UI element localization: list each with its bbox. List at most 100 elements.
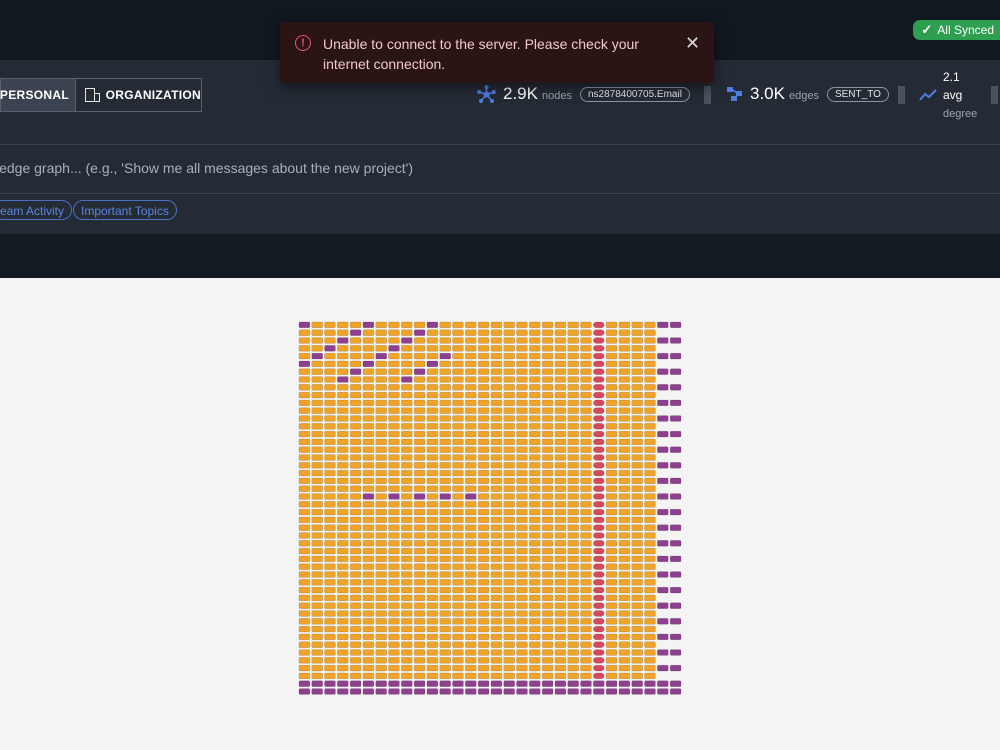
email-node[interactable] — [605, 430, 618, 438]
sent-to-node[interactable] — [337, 337, 349, 344]
email-node[interactable] — [311, 477, 323, 485]
email-node[interactable] — [324, 571, 336, 578]
email-node[interactable] — [452, 641, 464, 648]
email-node[interactable] — [631, 579, 643, 586]
email-node[interactable] — [349, 415, 362, 422]
email-node[interactable] — [465, 399, 477, 407]
email-node[interactable] — [605, 594, 618, 602]
email-node[interactable] — [490, 571, 503, 578]
email-node[interactable] — [477, 633, 490, 641]
email-node[interactable] — [413, 469, 426, 477]
sent-to-node[interactable] — [465, 493, 477, 500]
email-node[interactable] — [439, 586, 451, 594]
email-node[interactable] — [554, 493, 567, 500]
email-node[interactable] — [605, 368, 618, 375]
email-node[interactable] — [362, 610, 375, 617]
email-node[interactable] — [516, 376, 528, 383]
email-node[interactable] — [477, 399, 490, 407]
sent-to-node[interactable] — [657, 688, 669, 695]
email-node[interactable] — [554, 407, 567, 414]
email-node[interactable] — [631, 446, 643, 453]
email-node[interactable] — [618, 430, 631, 438]
highlight-node[interactable] — [593, 547, 605, 555]
email-node[interactable] — [529, 579, 541, 586]
email-node[interactable] — [362, 469, 375, 477]
email-node[interactable] — [375, 594, 387, 602]
email-node[interactable] — [541, 337, 554, 344]
sent-to-node[interactable] — [554, 680, 567, 687]
email-node[interactable] — [541, 399, 554, 407]
email-node[interactable] — [413, 664, 426, 672]
email-node[interactable] — [580, 345, 592, 352]
email-node[interactable] — [362, 649, 375, 656]
email-node[interactable] — [401, 399, 413, 407]
email-node[interactable] — [490, 391, 503, 399]
email-node[interactable] — [631, 501, 643, 508]
email-node[interactable] — [337, 586, 349, 594]
email-node[interactable] — [580, 329, 592, 336]
email-node[interactable] — [401, 430, 413, 438]
sent-to-node[interactable] — [669, 633, 682, 641]
email-node[interactable] — [375, 415, 387, 422]
email-node[interactable] — [631, 540, 643, 547]
email-node[interactable] — [490, 399, 503, 407]
email-node[interactable] — [375, 563, 387, 570]
email-node[interactable] — [337, 477, 349, 485]
email-node[interactable] — [644, 633, 656, 641]
email-node[interactable] — [516, 321, 528, 329]
email-node[interactable] — [516, 430, 528, 438]
email-node[interactable] — [554, 625, 567, 633]
email-node[interactable] — [388, 329, 400, 336]
email-node[interactable] — [452, 563, 464, 570]
email-node[interactable] — [580, 633, 592, 641]
email-node[interactable] — [401, 438, 413, 446]
email-node[interactable] — [554, 524, 567, 531]
email-node[interactable] — [567, 462, 579, 469]
email-node[interactable] — [554, 438, 567, 446]
email-node[interactable] — [465, 391, 477, 399]
highlight-node[interactable] — [593, 508, 605, 516]
email-node[interactable] — [503, 501, 515, 508]
email-node[interactable] — [580, 672, 592, 680]
sent-to-node[interactable] — [452, 688, 464, 695]
email-node[interactable] — [618, 407, 631, 414]
email-node[interactable] — [618, 633, 631, 641]
email-node[interactable] — [529, 454, 541, 461]
email-node[interactable] — [541, 571, 554, 578]
email-node[interactable] — [567, 610, 579, 617]
email-node[interactable] — [452, 399, 464, 407]
email-node[interactable] — [362, 508, 375, 516]
email-node[interactable] — [644, 384, 656, 391]
email-node[interactable] — [618, 610, 631, 617]
email-node[interactable] — [631, 423, 643, 430]
email-node[interactable] — [311, 469, 323, 477]
email-node[interactable] — [439, 360, 451, 368]
email-node[interactable] — [618, 501, 631, 508]
email-node[interactable] — [311, 376, 323, 383]
email-node[interactable] — [388, 579, 400, 586]
email-node[interactable] — [426, 524, 439, 531]
email-node[interactable] — [490, 446, 503, 453]
email-node[interactable] — [580, 337, 592, 344]
email-node[interactable] — [490, 618, 503, 625]
email-node[interactable] — [605, 618, 618, 625]
email-node[interactable] — [631, 547, 643, 555]
email-node[interactable] — [413, 430, 426, 438]
email-node[interactable] — [413, 594, 426, 602]
email-node[interactable] — [541, 493, 554, 500]
email-node[interactable] — [324, 563, 336, 570]
email-node[interactable] — [516, 516, 528, 524]
email-node[interactable] — [477, 672, 490, 680]
email-node[interactable] — [426, 547, 439, 555]
sent-to-node[interactable] — [465, 680, 477, 687]
email-node[interactable] — [631, 430, 643, 438]
email-node[interactable] — [580, 625, 592, 633]
email-node[interactable] — [401, 633, 413, 641]
email-node[interactable] — [375, 579, 387, 586]
email-node[interactable] — [311, 540, 323, 547]
email-node[interactable] — [426, 407, 439, 414]
email-node[interactable] — [516, 555, 528, 563]
sent-to-node[interactable] — [477, 688, 490, 695]
email-node[interactable] — [388, 352, 400, 360]
email-node[interactable] — [349, 633, 362, 641]
